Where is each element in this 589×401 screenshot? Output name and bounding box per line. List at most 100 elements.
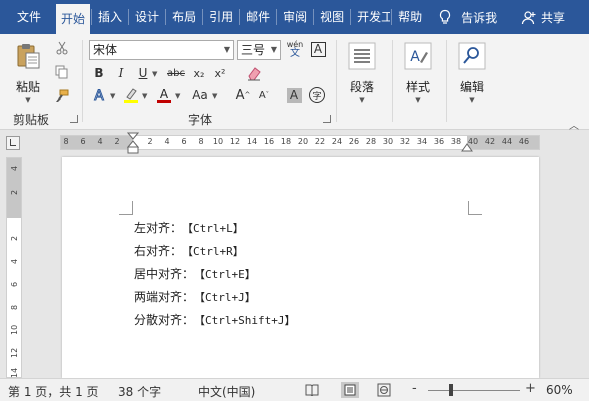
ruler-tick-label: 44 [501, 137, 513, 146]
ribbon-tab-bar: 文件 开始 插入 设计 布局 引用 邮件 审阅 视图 开发工 帮助 告诉我 共享 [0, 0, 589, 34]
document-line: 两端对齐： 【Ctrl+J】 [134, 286, 296, 309]
change-case-button[interactable]: Aa [188, 85, 212, 105]
editing-button[interactable]: 编辑 ▼ [456, 40, 488, 104]
horizontal-ruler[interactable]: 8 6 4 2 2 4 6 8 10 12 14 16 18 20 22 24 … [60, 132, 540, 154]
phonetic-guide-char: 文 [290, 48, 300, 59]
vertical-ruler[interactable]: 4 2 2 4 6 8 10 12 14 [6, 157, 22, 378]
right-indent-marker-icon[interactable] [461, 142, 473, 152]
text-effects-button[interactable]: A [89, 85, 109, 105]
character-border-button[interactable]: A [308, 39, 328, 59]
tab-help[interactable]: 帮助 [393, 4, 427, 30]
group-divider [336, 40, 337, 122]
crop-mark-top-left [119, 201, 133, 215]
document-body[interactable]: 左对齐： 【Ctrl+L】 右对齐： 【Ctrl+R】 居中对齐： 【Ctrl+… [134, 217, 296, 332]
line-shortcut: 【Ctrl+R】 [182, 245, 244, 258]
zoom-slider[interactable] [428, 390, 520, 391]
enclose-characters-button[interactable]: 字 [307, 85, 327, 105]
copy-icon [55, 65, 68, 79]
tab-stop-selector[interactable] [6, 136, 20, 150]
phonetic-guide-button[interactable]: wén 文 [285, 39, 305, 59]
strikethrough-button[interactable]: abc [164, 63, 188, 83]
zoom-in-button[interactable]: + [525, 381, 536, 396]
collapse-ribbon-icon[interactable]: ︿ [569, 117, 579, 132]
status-bar: 第 1 页，共 1 页 38 个字 中文(中国) - + 60% [0, 378, 589, 401]
tell-me-label: 告诉我 [461, 10, 498, 25]
chevron-down-icon[interactable]: ▼ [110, 92, 115, 100]
tab-file[interactable]: 文件 [12, 4, 46, 30]
chevron-down-icon[interactable]: ▼ [175, 92, 180, 100]
chevron-down-icon: ▼ [25, 96, 31, 104]
chevron-down-icon[interactable]: ▼ [142, 92, 147, 100]
chevron-down-icon[interactable]: ▼ [224, 41, 230, 59]
bold-button[interactable]: B [89, 63, 109, 83]
tab-layout[interactable]: 布局 [167, 4, 201, 30]
tell-me-search[interactable]: 告诉我 [437, 9, 497, 26]
ruler-tick-label: 2 [147, 137, 153, 146]
tab-references[interactable]: 引用 [204, 4, 238, 30]
svg-text:A: A [410, 49, 420, 65]
web-layout-button[interactable] [375, 382, 393, 398]
language-status[interactable]: 中文(中国) [198, 383, 255, 400]
tab-view[interactable]: 视图 [315, 4, 349, 30]
zoom-level[interactable]: 60% [546, 383, 573, 397]
font-dialog-launcher[interactable] [323, 115, 331, 123]
ruler-tick-label: 42 [484, 137, 496, 146]
zoom-out-button[interactable]: - [412, 381, 417, 396]
line-shortcut: 【Ctrl+E】 [194, 268, 256, 281]
read-mode-button[interactable] [303, 382, 321, 398]
tab-home[interactable]: 开始 [56, 4, 91, 34]
left-indent-marker-icon[interactable] [127, 132, 139, 154]
tab-separator [313, 9, 315, 25]
print-layout-button[interactable] [341, 382, 359, 398]
styles-button[interactable]: A 样式 ▼ [402, 40, 434, 104]
chevron-down-icon[interactable]: ▼ [152, 70, 157, 78]
tab-separator [391, 9, 393, 25]
zoom-slider-thumb[interactable] [449, 384, 453, 396]
tab-review[interactable]: 审阅 [278, 4, 312, 30]
superscript-button[interactable]: x² [210, 63, 230, 83]
character-shading-button[interactable]: A [284, 85, 304, 105]
character-border-icon: A [310, 41, 326, 57]
shrink-font-button[interactable]: Aˇ [254, 85, 274, 105]
chevron-down-icon[interactable]: ▼ [212, 92, 217, 100]
group-divider [392, 40, 393, 122]
ruler-tick-label: 46 [518, 137, 530, 146]
ruler-tick-label: 4 [10, 258, 19, 265]
copy-button[interactable] [52, 62, 72, 82]
line-shortcut: 【Ctrl+Shift+J】 [194, 314, 296, 327]
paste-label: 粘贴 [15, 80, 40, 94]
font-name-combo[interactable]: 宋体 ▼ [89, 40, 234, 60]
font-color-icon: A [157, 87, 171, 103]
clipboard-group-label: 剪贴板 [13, 113, 50, 127]
page-count-status[interactable]: 第 1 页，共 1 页 [8, 383, 99, 400]
chevron-down-icon: ▼ [359, 96, 365, 104]
tab-mailings[interactable]: 邮件 [241, 4, 275, 30]
tab-separator [165, 9, 167, 25]
tab-insert[interactable]: 插入 [93, 4, 127, 30]
highlight-color-button[interactable] [121, 85, 141, 105]
cut-button[interactable] [52, 38, 72, 58]
underline-button[interactable]: U [133, 63, 153, 83]
ruler-tick-label: 12 [10, 347, 19, 358]
share-button[interactable]: 共享 [521, 9, 565, 26]
clear-formatting-button[interactable] [244, 63, 264, 83]
font-size-combo[interactable]: 三号 ▼ [237, 40, 281, 60]
chevron-down-icon[interactable]: ▼ [271, 41, 277, 59]
paragraph-button[interactable]: 段落 ▼ [346, 40, 378, 104]
tab-developer[interactable]: 开发工 [352, 4, 390, 30]
grow-font-button[interactable]: A ^ [233, 85, 253, 105]
tab-design[interactable]: 设计 [130, 4, 164, 30]
styles-icon: A [402, 40, 434, 72]
paste-icon [12, 40, 44, 72]
word-count-status[interactable]: 38 个字 [118, 383, 161, 400]
paste-button[interactable]: 粘贴 ▼ [12, 40, 44, 104]
document-page[interactable]: 左对齐： 【Ctrl+L】 右对齐： 【Ctrl+R】 居中对齐： 【Ctrl+… [62, 157, 539, 378]
group-divider [82, 40, 83, 122]
crop-mark-top-right [468, 201, 482, 215]
subscript-button[interactable]: x₂ [189, 63, 209, 83]
font-color-button[interactable]: A [154, 85, 174, 105]
italic-button[interactable]: I [111, 63, 131, 83]
format-painter-button[interactable] [52, 86, 72, 106]
clipboard-dialog-launcher[interactable] [70, 115, 78, 123]
caret-up-icon: ^ [244, 91, 251, 99]
